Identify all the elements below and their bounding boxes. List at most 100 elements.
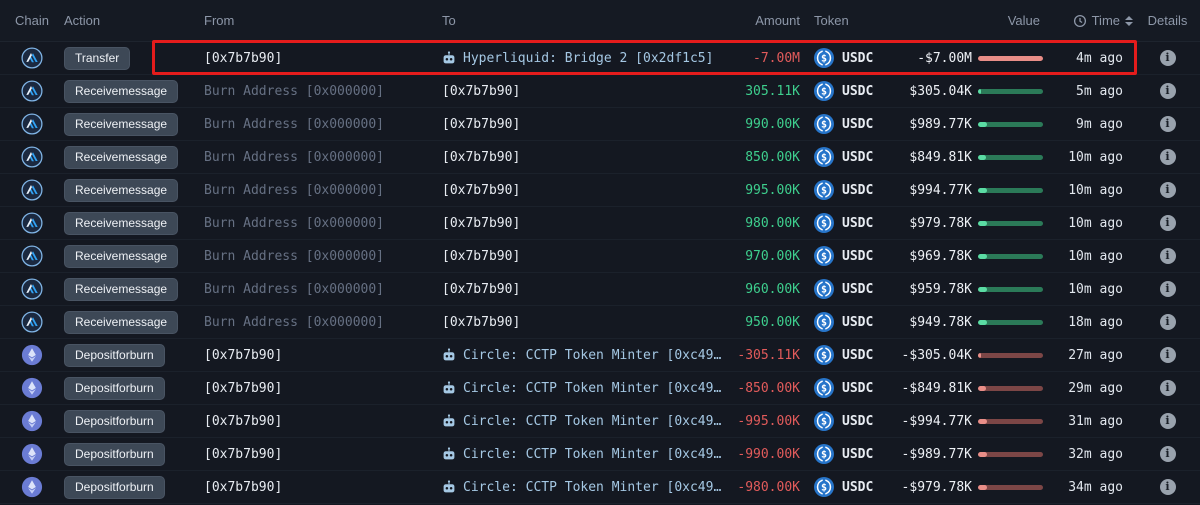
to-address-link[interactable]: [0x7b7b90] [442,282,520,297]
token-tag[interactable]: $ USDC [800,81,890,101]
from-address-link[interactable]: [0x7b7b90] [204,381,282,396]
action-button[interactable]: Depositforburn [64,443,165,466]
details-info-button[interactable]: i [1160,182,1176,198]
token-symbol: USDC [842,183,873,198]
action-button[interactable]: Receivemessage [64,179,178,202]
sort-toggle-icon[interactable] [1125,16,1133,26]
token-tag[interactable]: $ USDC [800,246,890,266]
to-address-link[interactable]: [0x7b7b90] [442,84,520,99]
table-row: Receivemessage Burn Address [0x000000] [… [0,141,1200,174]
from-address-link[interactable]: Burn Address [0x000000] [204,315,384,330]
action-button[interactable]: Depositforburn [64,476,165,499]
action-button[interactable]: Receivemessage [64,212,178,235]
token-tag[interactable]: $ USDC [800,345,890,365]
details-info-button[interactable]: i [1160,116,1176,132]
header-action: Action [64,13,204,28]
from-address-link[interactable]: Burn Address [0x000000] [204,249,384,264]
table-row: Depositforburn [0x7b7b90] Circle: CCTP T… [0,405,1200,438]
arbitrum-chain-icon [21,311,43,333]
from-address-link[interactable]: [0x7b7b90] [204,51,282,66]
to-address-link[interactable]: Hyperliquid: Bridge 2 [0x2df1c5] [442,51,713,66]
token-tag[interactable]: $ USDC [800,444,890,464]
to-address-link[interactable]: [0x7b7b90] [442,315,520,330]
action-button[interactable]: Receivemessage [64,245,178,268]
token-symbol: USDC [842,480,873,495]
token-tag[interactable]: $ USDC [800,213,890,233]
svg-text:$: $ [821,417,827,428]
from-address-link[interactable]: [0x7b7b90] [204,480,282,495]
token-tag[interactable]: $ USDC [800,279,890,299]
details-info-button[interactable]: i [1160,281,1176,297]
header-time-label: Time [1092,13,1120,28]
details-info-button[interactable]: i [1160,413,1176,429]
robot-entity-icon [442,447,456,461]
action-button[interactable]: Receivemessage [64,80,178,103]
to-address-link[interactable]: [0x7b7b90] [442,249,520,264]
header-to: To [442,13,732,28]
details-info-button[interactable]: i [1160,215,1176,231]
details-info-button[interactable]: i [1160,446,1176,462]
to-address-label: [0x7b7b90] [442,315,520,330]
action-button[interactable]: Receivemessage [64,113,178,136]
action-button[interactable]: Receivemessage [64,278,178,301]
from-address-link[interactable]: Burn Address [0x000000] [204,117,384,132]
to-address-link[interactable]: [0x7b7b90] [442,117,520,132]
details-info-button[interactable]: i [1160,83,1176,99]
details-info-button[interactable]: i [1160,380,1176,396]
to-address-label: Circle: CCTP Token Minter [0xc49… [463,348,721,363]
to-address-link[interactable]: [0x7b7b90] [442,183,520,198]
action-button[interactable]: Receivemessage [64,311,178,334]
from-address-link[interactable]: Burn Address [0x000000] [204,282,384,297]
amount-value: 950.00K [745,315,800,330]
action-button[interactable]: Depositforburn [64,410,165,433]
svg-text:$: $ [821,54,827,65]
action-button[interactable]: Transfer [64,47,130,70]
from-address-link[interactable]: Burn Address [0x000000] [204,183,384,198]
arbitrum-chain-icon [21,245,43,267]
token-tag[interactable]: $ USDC [800,48,890,68]
to-address-link[interactable]: [0x7b7b90] [442,216,520,231]
from-address-link[interactable]: Burn Address [0x000000] [204,150,384,165]
from-address-link[interactable]: Burn Address [0x000000] [204,84,384,99]
details-info-button[interactable]: i [1160,314,1176,330]
to-address-link[interactable]: Circle: CCTP Token Minter [0xc49… [442,480,721,495]
token-tag[interactable]: $ USDC [800,147,890,167]
from-address-link[interactable]: [0x7b7b90] [204,348,282,363]
robot-entity-icon [442,348,456,362]
from-address-link[interactable]: [0x7b7b90] [204,447,282,462]
token-tag[interactable]: $ USDC [800,180,890,200]
details-info-button[interactable]: i [1160,347,1176,363]
ethereum-chain-icon [21,377,43,399]
usdc-token-icon: $ [814,81,834,101]
to-address-link[interactable]: [0x7b7b90] [442,150,520,165]
table-body: Transfer [0x7b7b90] Hyperliquid: Bridge … [0,42,1200,504]
chain-cell [0,476,64,498]
token-tag[interactable]: $ USDC [800,378,890,398]
from-address-link[interactable]: Burn Address [0x000000] [204,216,384,231]
to-address-link[interactable]: Circle: CCTP Token Minter [0xc49… [442,348,721,363]
usd-value: $994.77K [909,183,972,198]
token-tag[interactable]: $ USDC [800,477,890,497]
details-info-button[interactable]: i [1160,149,1176,165]
details-info-button[interactable]: i [1160,248,1176,264]
action-button[interactable]: Depositforburn [64,344,165,367]
action-button[interactable]: Depositforburn [64,377,165,400]
token-tag[interactable]: $ USDC [800,411,890,431]
to-address-link[interactable]: Circle: CCTP Token Minter [0xc49… [442,414,721,429]
details-info-button[interactable]: i [1160,50,1176,66]
from-address-link[interactable]: [0x7b7b90] [204,414,282,429]
token-tag[interactable]: $ USDC [800,114,890,134]
svg-text:$: $ [821,384,827,395]
header-time[interactable]: Time [1043,13,1135,28]
action-button[interactable]: Receivemessage [64,146,178,169]
token-tag[interactable]: $ USDC [800,312,890,332]
table-row: Depositforburn [0x7b7b90] Circle: CCTP T… [0,339,1200,372]
details-info-button[interactable]: i [1160,479,1176,495]
to-address-link[interactable]: Circle: CCTP Token Minter [0xc49… [442,447,721,462]
table-row: Receivemessage Burn Address [0x000000] [… [0,75,1200,108]
value-magnitude-bar [978,287,1043,292]
token-symbol: USDC [842,216,873,231]
token-symbol: USDC [842,84,873,99]
svg-text:$: $ [821,186,827,197]
to-address-link[interactable]: Circle: CCTP Token Minter [0xc49… [442,381,721,396]
